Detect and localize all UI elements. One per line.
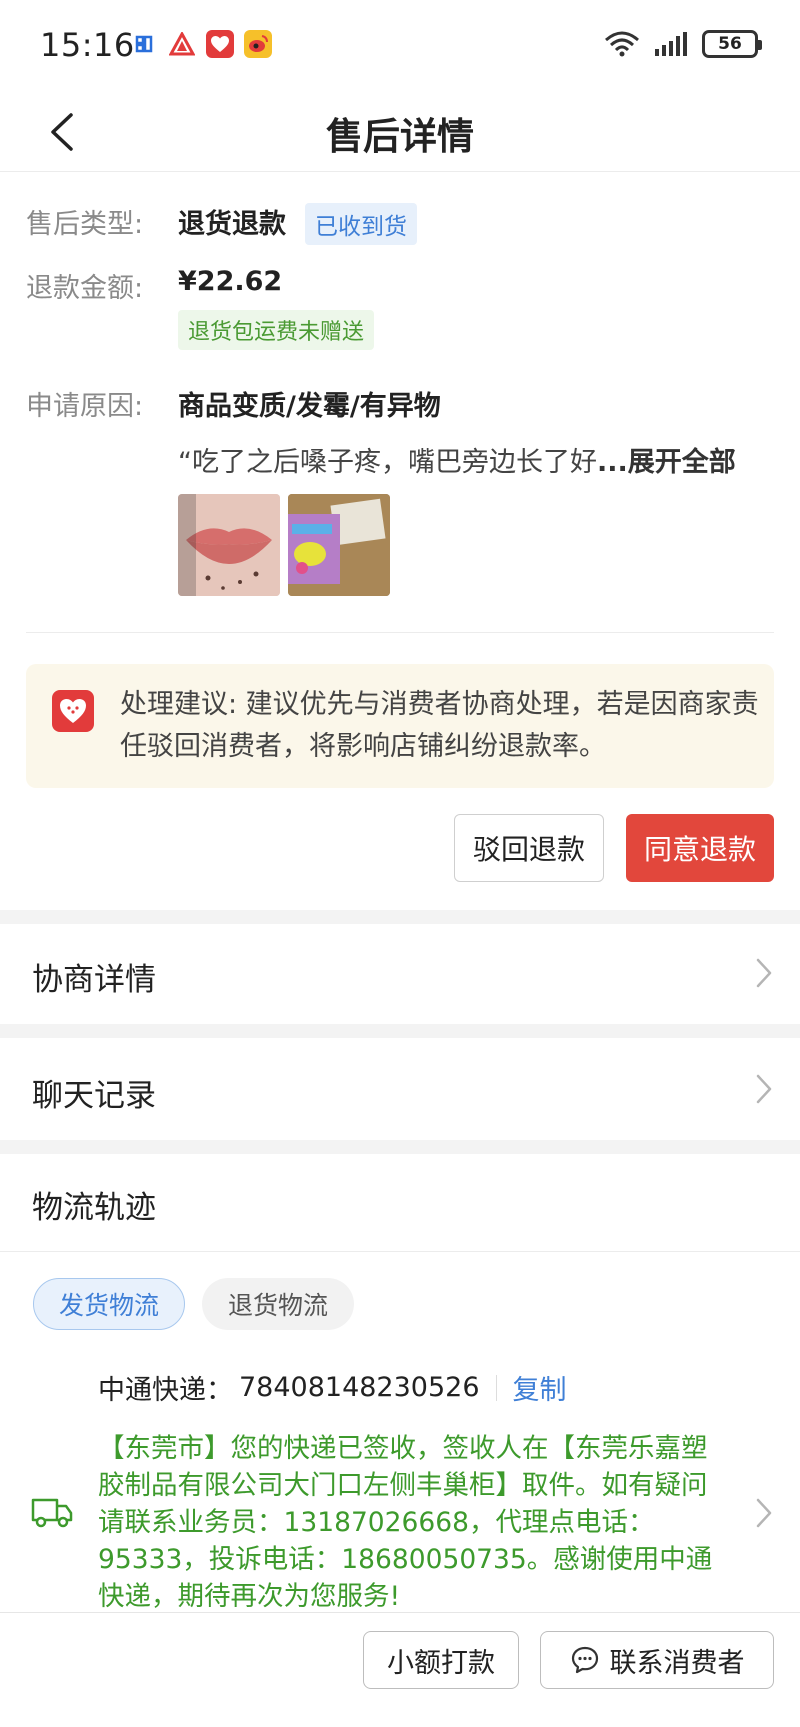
amount-value: ¥22.62 [178,266,283,297]
negotiation-details-row[interactable]: 协商详情 [0,924,800,1024]
package-image [288,494,390,596]
section-gap [0,1140,800,1154]
type-label: 售后类型: [26,209,144,240]
courier-info: 中通快递： 78408148230526 复制 [98,1368,567,1407]
reason-value: 商品变质/发霉/有异物 [178,391,441,422]
logistics-header: 物流轨迹 [0,1154,800,1252]
status-app-icons [130,30,272,58]
type-value: 退货退款 [178,209,286,240]
section-gap [0,910,800,924]
evidence-photo-package[interactable] [288,494,390,596]
app-icon-red-triangle [168,30,196,58]
pinduoduo-logo-icon [52,690,94,732]
status-bar: 15:16 56 [0,0,800,92]
evidence-photo-lips[interactable] [178,494,280,596]
pinduoduo-icon [206,30,234,58]
battery-indicator: 56 [702,30,762,58]
page-title: 售后详情 [326,115,474,158]
status-indicators: 56 [604,30,762,58]
tab-return-logistics[interactable]: 退货物流 [202,1278,354,1330]
chevron-right-icon [756,1074,772,1104]
tracking-latest-status[interactable]: 【东莞市】您的快递已签收，签收人在【东莞乐嘉塑胶制品有限公司大门口左侧丰巢柜】取… [98,1430,718,1615]
truck-icon [31,1498,73,1528]
reason-description: “吃了之后嗓子疼，嘴巴旁边长了好...展开全部 [178,440,778,479]
reason-text: “吃了之后嗓子疼，嘴巴旁边长了好 [178,447,597,478]
tab-shipping-logistics[interactable]: 发货物流 [33,1278,185,1330]
received-badge: 已收到货 [305,203,417,245]
chevron-right-icon[interactable] [754,1496,774,1530]
copy-button[interactable]: 复制 [513,1368,567,1407]
suggestion-card: 处理建议: 建议优先与消费者协商处理，若是因商家责任驳回消费者，将影响店铺纠纷退… [26,664,774,788]
courier-label: 中通快递： [98,1375,233,1406]
tracking-number: 78408148230526 [239,1372,480,1403]
signal-icon [655,32,687,56]
section-divider [26,632,774,633]
chevron-right-icon [756,958,772,988]
nav-bar: 售后详情 [0,92,800,172]
status-time: 15:16 [40,26,135,64]
section-gap [0,1024,800,1038]
weibo-icon [244,30,272,58]
expand-all-link[interactable]: ...展开全部 [597,447,736,478]
app-icon-blue [130,30,158,58]
chat-history-label: 聊天记录 [32,1078,156,1114]
suggestion-text: 处理建议: 建议优先与消费者协商处理，若是因商家责任驳回消费者，将影响店铺纠纷退… [120,689,759,762]
agree-refund-button[interactable]: 同意退款 [626,814,774,882]
logistics-title: 物流轨迹 [32,1190,156,1226]
lips-image [178,494,280,596]
wifi-icon [605,31,639,57]
small-payment-button[interactable]: 小额打款 [363,1631,519,1689]
chat-bubble-icon [571,1646,598,1674]
contact-consumer-button[interactable]: 联系消费者 [540,1631,774,1689]
negotiation-details-label: 协商详情 [32,962,156,998]
reason-label: 申请原因: [26,391,144,422]
shipping-badge: 退货包运费未赠送 [178,310,375,350]
chat-history-row[interactable]: 聊天记录 [0,1040,800,1140]
divider [495,1374,497,1401]
reject-refund-button[interactable]: 驳回退款 [454,814,604,882]
contact-consumer-label: 联系消费者 [609,1647,745,1679]
amount-label: 退款金额: [26,273,144,304]
